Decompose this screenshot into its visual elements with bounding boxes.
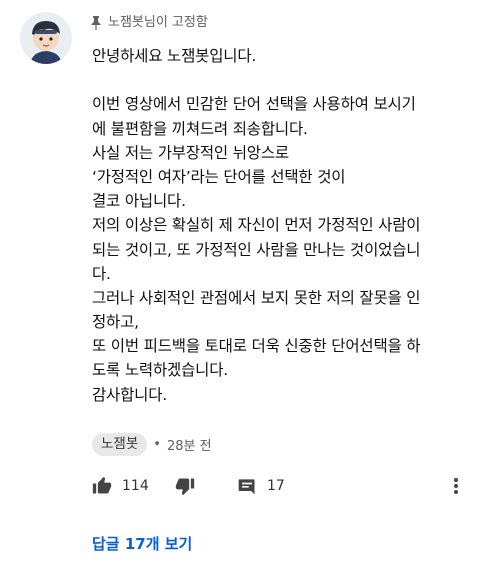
comment-time[interactable]: 28분 전 <box>167 435 212 454</box>
reply-count: 17 <box>267 478 285 494</box>
comment-line: 다. <box>92 264 111 283</box>
meta-separator: • <box>153 437 161 452</box>
comment-line: 그러나 사회적인 관점에서 보지 못한 저의 잘못을 인 <box>92 288 421 307</box>
comment-line: 결코 아닙니다. <box>92 192 186 211</box>
like-button[interactable]: 114 <box>92 476 149 496</box>
comment-line: 정하고, <box>92 313 139 332</box>
comment-line: 저의 이상은 확실히 제 자신이 먼저 가정적인 사람이 <box>92 216 421 235</box>
thumbs-up-icon <box>92 476 112 494</box>
comment-line: 사실 저는 가부장적인 뉘앙스로 <box>92 143 289 162</box>
more-actions-button[interactable] <box>452 476 460 496</box>
like-count: 114 <box>122 478 149 494</box>
comment-line: 도록 노력하겠습니다. <box>92 361 228 380</box>
comment-line: 에 불편함을 끼쳐드려 죄송합니다. <box>92 119 308 138</box>
comment-line: 이번 영상에서 민감한 단어 선택을 사용하여 보시기 <box>92 95 416 114</box>
pinned-indicator: 노잼봇님이 고정함 <box>90 14 208 32</box>
comment-line: 또 이번 피드백을 토대로 더욱 신중한 단어선택을 하 <box>92 337 421 356</box>
dislike-button[interactable] <box>175 476 195 496</box>
author-chip[interactable]: 노잼봇 <box>92 433 148 456</box>
comment-line: 감사합니다. <box>92 385 168 404</box>
more-vert-icon <box>454 478 458 494</box>
comment-meta: 노잼봇 • 28분 전 <box>92 433 212 456</box>
pin-icon <box>91 16 101 30</box>
avatar[interactable] <box>20 12 72 64</box>
comment-actions: 114 17 <box>92 476 472 500</box>
reply-button[interactable]: 17 <box>237 476 285 496</box>
view-replies-link[interactable]: 답글 17개 보기 <box>92 533 192 554</box>
thumbs-down-icon <box>175 478 195 496</box>
comment-line: 되는 것이고, 또 가정적인 사람을 만나는 것이었습니 <box>92 240 421 259</box>
avatar-illustration <box>20 12 72 64</box>
comment-icon <box>238 479 255 495</box>
comment-line <box>92 68 464 92</box>
comment-line: 안녕하세요 노잼봇입니다. <box>92 47 257 65</box>
comment-line: ‘가정적인 여자’라는 단어를 선택한 것이 <box>92 167 346 186</box>
pinned-label: 노잼봇님이 고정함 <box>108 15 208 30</box>
comment-text: 안녕하세요 노잼봇입니다. 이번 영상에서 민감한 단어 선택을 사용하여 보시… <box>92 44 464 407</box>
